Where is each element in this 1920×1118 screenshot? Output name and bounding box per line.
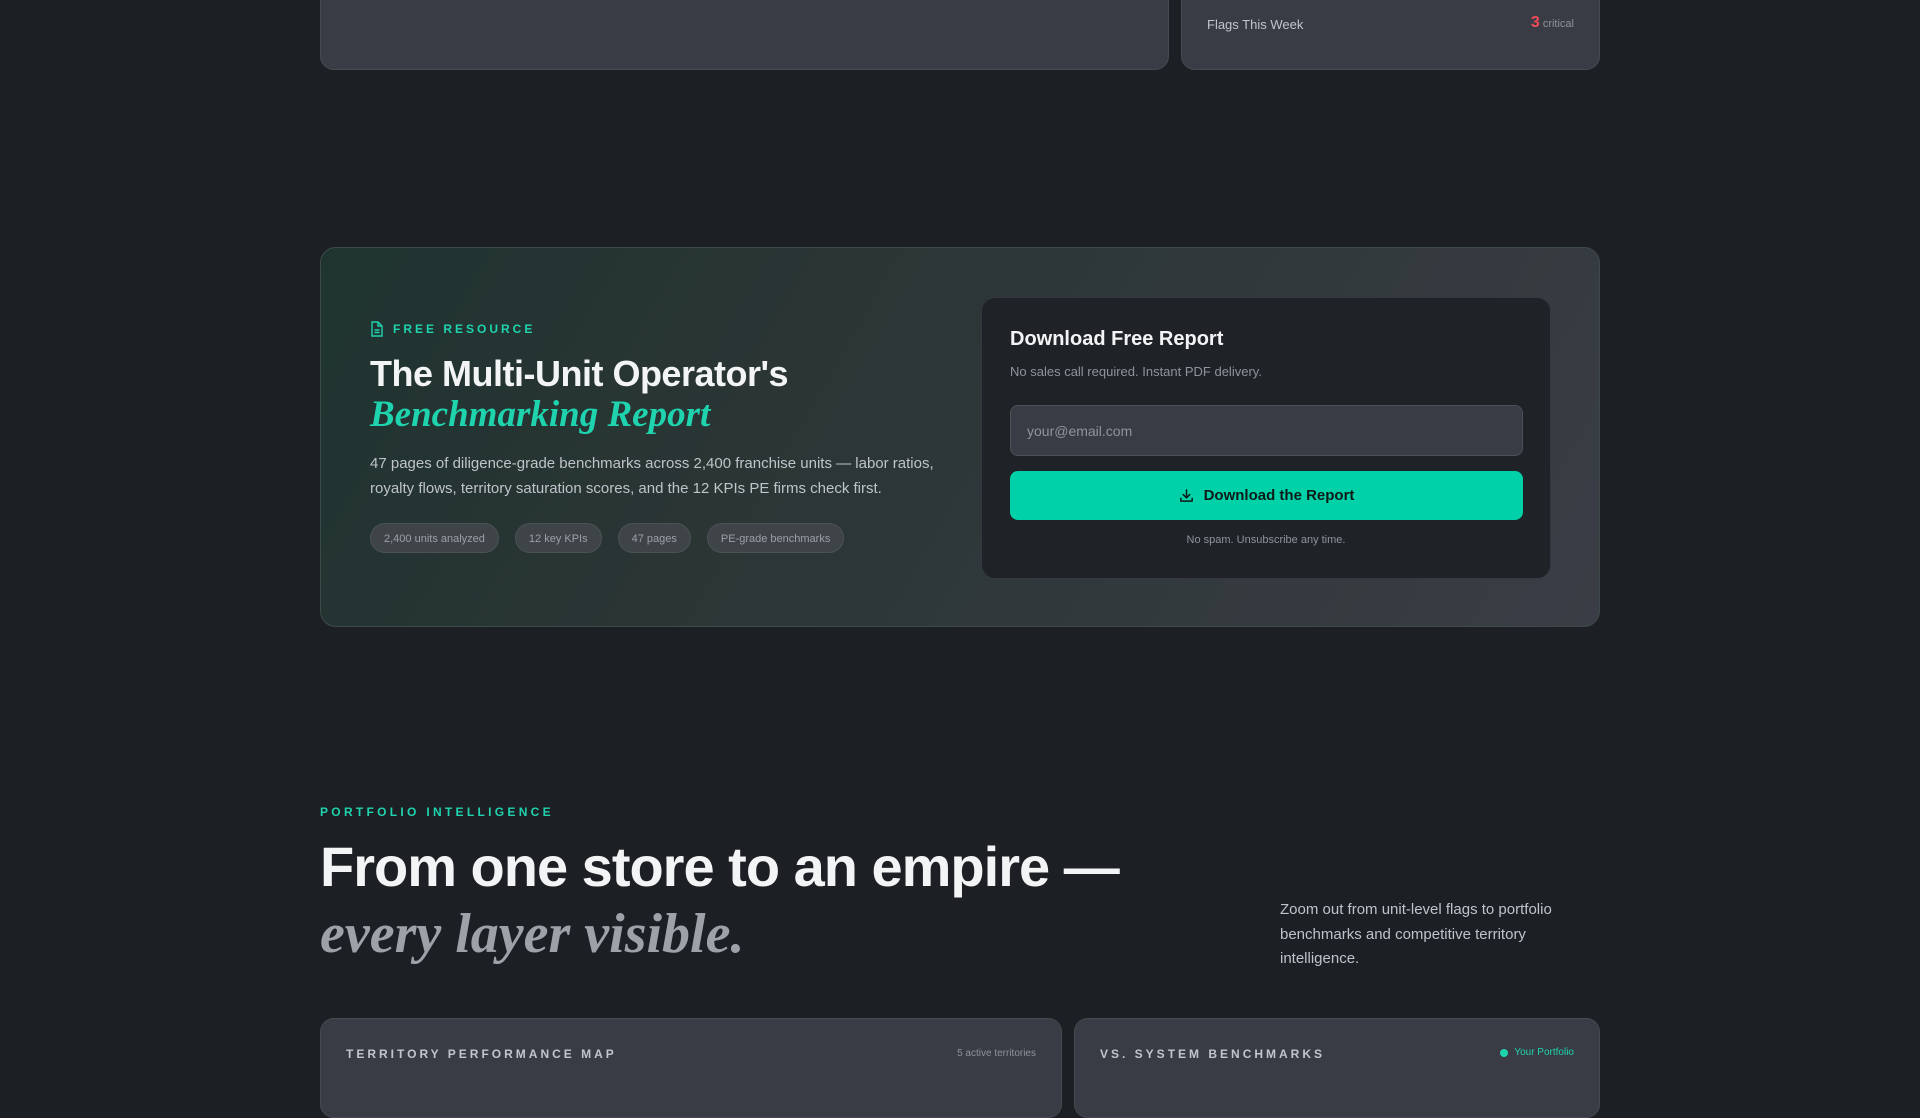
report-description: 47 pages of diligence-grade benchmarks a…	[370, 455, 934, 497]
form-title: Download Free Report	[1010, 328, 1224, 350]
form-subtitle: No sales call required. Instant PDF deli…	[1010, 364, 1262, 379]
benchmarks-panel-title: VS. SYSTEM BENCHMARKS	[1100, 1047, 1326, 1061]
top-left-card	[320, 0, 1169, 70]
flags-count: 3	[1530, 14, 1540, 31]
section-title: From one store to an empire —	[320, 835, 1120, 898]
flags-this-week-card: Flags This Week 3 critical	[1181, 0, 1600, 70]
territory-map-card: TERRITORY PERFORMANCE MAP 5 active terri…	[320, 1018, 1062, 1118]
territory-panel-title: TERRITORY PERFORMANCE MAP	[346, 1047, 617, 1061]
portfolio-legend: Your Portfolio	[1500, 1047, 1574, 1058]
report-title-accent: Benchmarking Report	[370, 394, 711, 435]
flags-unit: critical	[1542, 18, 1574, 30]
report-title: The Multi-Unit Operator's	[370, 353, 789, 394]
flags-label: Flags This Week	[1207, 17, 1304, 32]
territory-count: 5 active territories	[957, 1048, 1036, 1059]
report-tags: 2,400 units analyzed 12 key KPIs 47 page…	[370, 523, 845, 553]
legend-dot-icon	[1500, 1048, 1509, 1057]
legend-label: Your Portfolio	[1514, 1047, 1574, 1058]
section-description: Zoom out from unit-level flags to portfo…	[1280, 901, 1552, 967]
document-icon	[371, 321, 383, 337]
download-report-button[interactable]: Download the Report	[1010, 471, 1523, 520]
download-button-label: Download the Report	[1203, 487, 1355, 504]
report-tag: 47 pages	[617, 523, 691, 553]
report-tag: PE-grade benchmarks	[706, 523, 845, 553]
email-input[interactable]	[1010, 405, 1523, 456]
section-title-accent: every layer visible.	[320, 903, 745, 965]
flags-value: 3 critical	[1531, 14, 1574, 32]
report-promo-card: FREE RESOURCE The Multi-Unit Operator's …	[320, 247, 1600, 627]
report-eyebrow-label: FREE RESOURCE	[393, 322, 536, 336]
section-eyebrow: PORTFOLIO INTELLIGENCE	[320, 805, 554, 819]
report-eyebrow: FREE RESOURCE	[370, 321, 535, 337]
download-form-card: Download Free Report No sales call requi…	[981, 297, 1551, 579]
form-note: No spam. Unsubscribe any time.	[1186, 534, 1346, 546]
benchmarks-card: VS. SYSTEM BENCHMARKS Your Portfolio	[1074, 1018, 1600, 1118]
report-tag: 12 key KPIs	[514, 523, 602, 553]
report-tag: 2,400 units analyzed	[370, 523, 499, 553]
download-icon	[1179, 489, 1193, 502]
